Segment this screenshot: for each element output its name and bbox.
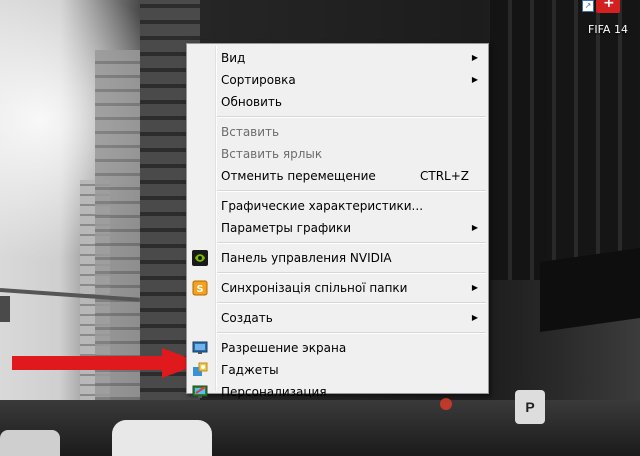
submenu-arrow-icon: ▶ — [471, 75, 478, 84]
menu-item-label: Вставить ярлык — [221, 147, 323, 161]
traffic-signal — [0, 296, 10, 322]
menu-item-label: Сортировка — [221, 73, 296, 87]
menu-item-paste-shortcut[interactable]: Вставить ярлык — [187, 143, 488, 165]
menu-item-gadgets[interactable]: Гаджеты — [187, 359, 488, 381]
parking-sign: P — [515, 390, 545, 424]
menu-item-nvidia-control-panel[interactable]: Панель управления NVIDIA — [187, 247, 488, 269]
menu-item-create[interactable]: Создать ▶ — [187, 307, 488, 329]
nvidia-icon — [192, 250, 208, 266]
menu-item-shortcut: CTRL+Z — [419, 169, 469, 183]
car — [0, 430, 60, 456]
menu-separator — [217, 116, 486, 118]
awning — [540, 247, 640, 333]
shortcut-arrow-icon: ↗ — [582, 0, 594, 12]
menu-separator — [217, 332, 486, 334]
menu-item-label: Вид — [221, 51, 246, 65]
fifa-app-icon — [596, 0, 620, 13]
menu-item-label: Параметры графики — [221, 221, 352, 235]
menu-separator — [217, 242, 486, 244]
menu-item-refresh[interactable]: Обновить — [187, 91, 488, 113]
personalization-icon — [192, 385, 208, 398]
desktop-icon-fifa[interactable]: ↗ FIFA 14 — [578, 0, 638, 36]
menu-item-paste[interactable]: Вставить — [187, 121, 488, 143]
menu-item-label: Создать — [221, 311, 273, 325]
menu-item-personalization[interactable]: Персонализация — [187, 381, 488, 403]
menu-item-undo-move[interactable]: Отменить перемещение CTRL+Z — [187, 165, 488, 187]
submenu-arrow-icon: ▶ — [471, 283, 478, 292]
menu-item-graphics-properties[interactable]: Графические характеристики... — [187, 195, 488, 217]
menu-separator — [217, 302, 486, 304]
menu-separator — [217, 272, 486, 274]
menu-item-label: Вставить — [221, 125, 280, 139]
sync-folder-icon: S — [192, 280, 208, 296]
menu-item-label: Гаджеты — [221, 363, 279, 377]
menu-item-view[interactable]: Вид ▶ — [187, 47, 488, 69]
menu-item-sync-shared-folder[interactable]: S Синхронізація спільної папки ▶ — [187, 277, 488, 299]
menu-item-label: Персонализация — [221, 385, 327, 399]
menu-item-label: Синхронізація спільної папки — [221, 281, 408, 295]
menu-item-graphics-options[interactable]: Параметры графики ▶ — [187, 217, 488, 239]
submenu-arrow-icon: ▶ — [471, 53, 478, 62]
context-menu: Вид ▶ Сортировка ▶ Обновить Вставить Вст… — [186, 43, 489, 399]
menu-item-label: Обновить — [221, 95, 282, 109]
submenu-arrow-icon: ▶ — [471, 313, 478, 322]
submenu-arrow-icon: ▶ — [471, 223, 478, 232]
display-icon — [192, 341, 208, 354]
car — [112, 420, 212, 456]
gadgets-icon — [193, 362, 208, 376]
building-right — [490, 0, 640, 280]
red-arrow-annotation — [12, 348, 202, 378]
menu-item-screen-resolution[interactable]: Разрешение экрана — [187, 337, 488, 359]
menu-item-label: Разрешение экрана — [221, 341, 347, 355]
menu-item-sort[interactable]: Сортировка ▶ — [187, 69, 488, 91]
menu-item-label: Графические характеристики... — [221, 199, 424, 213]
menu-separator — [217, 190, 486, 192]
svg-text:S: S — [196, 284, 203, 295]
menu-item-label: Отменить перемещение — [221, 169, 376, 183]
desktop-icon-label: FIFA 14 — [588, 23, 628, 36]
menu-item-label: Панель управления NVIDIA — [221, 251, 392, 265]
